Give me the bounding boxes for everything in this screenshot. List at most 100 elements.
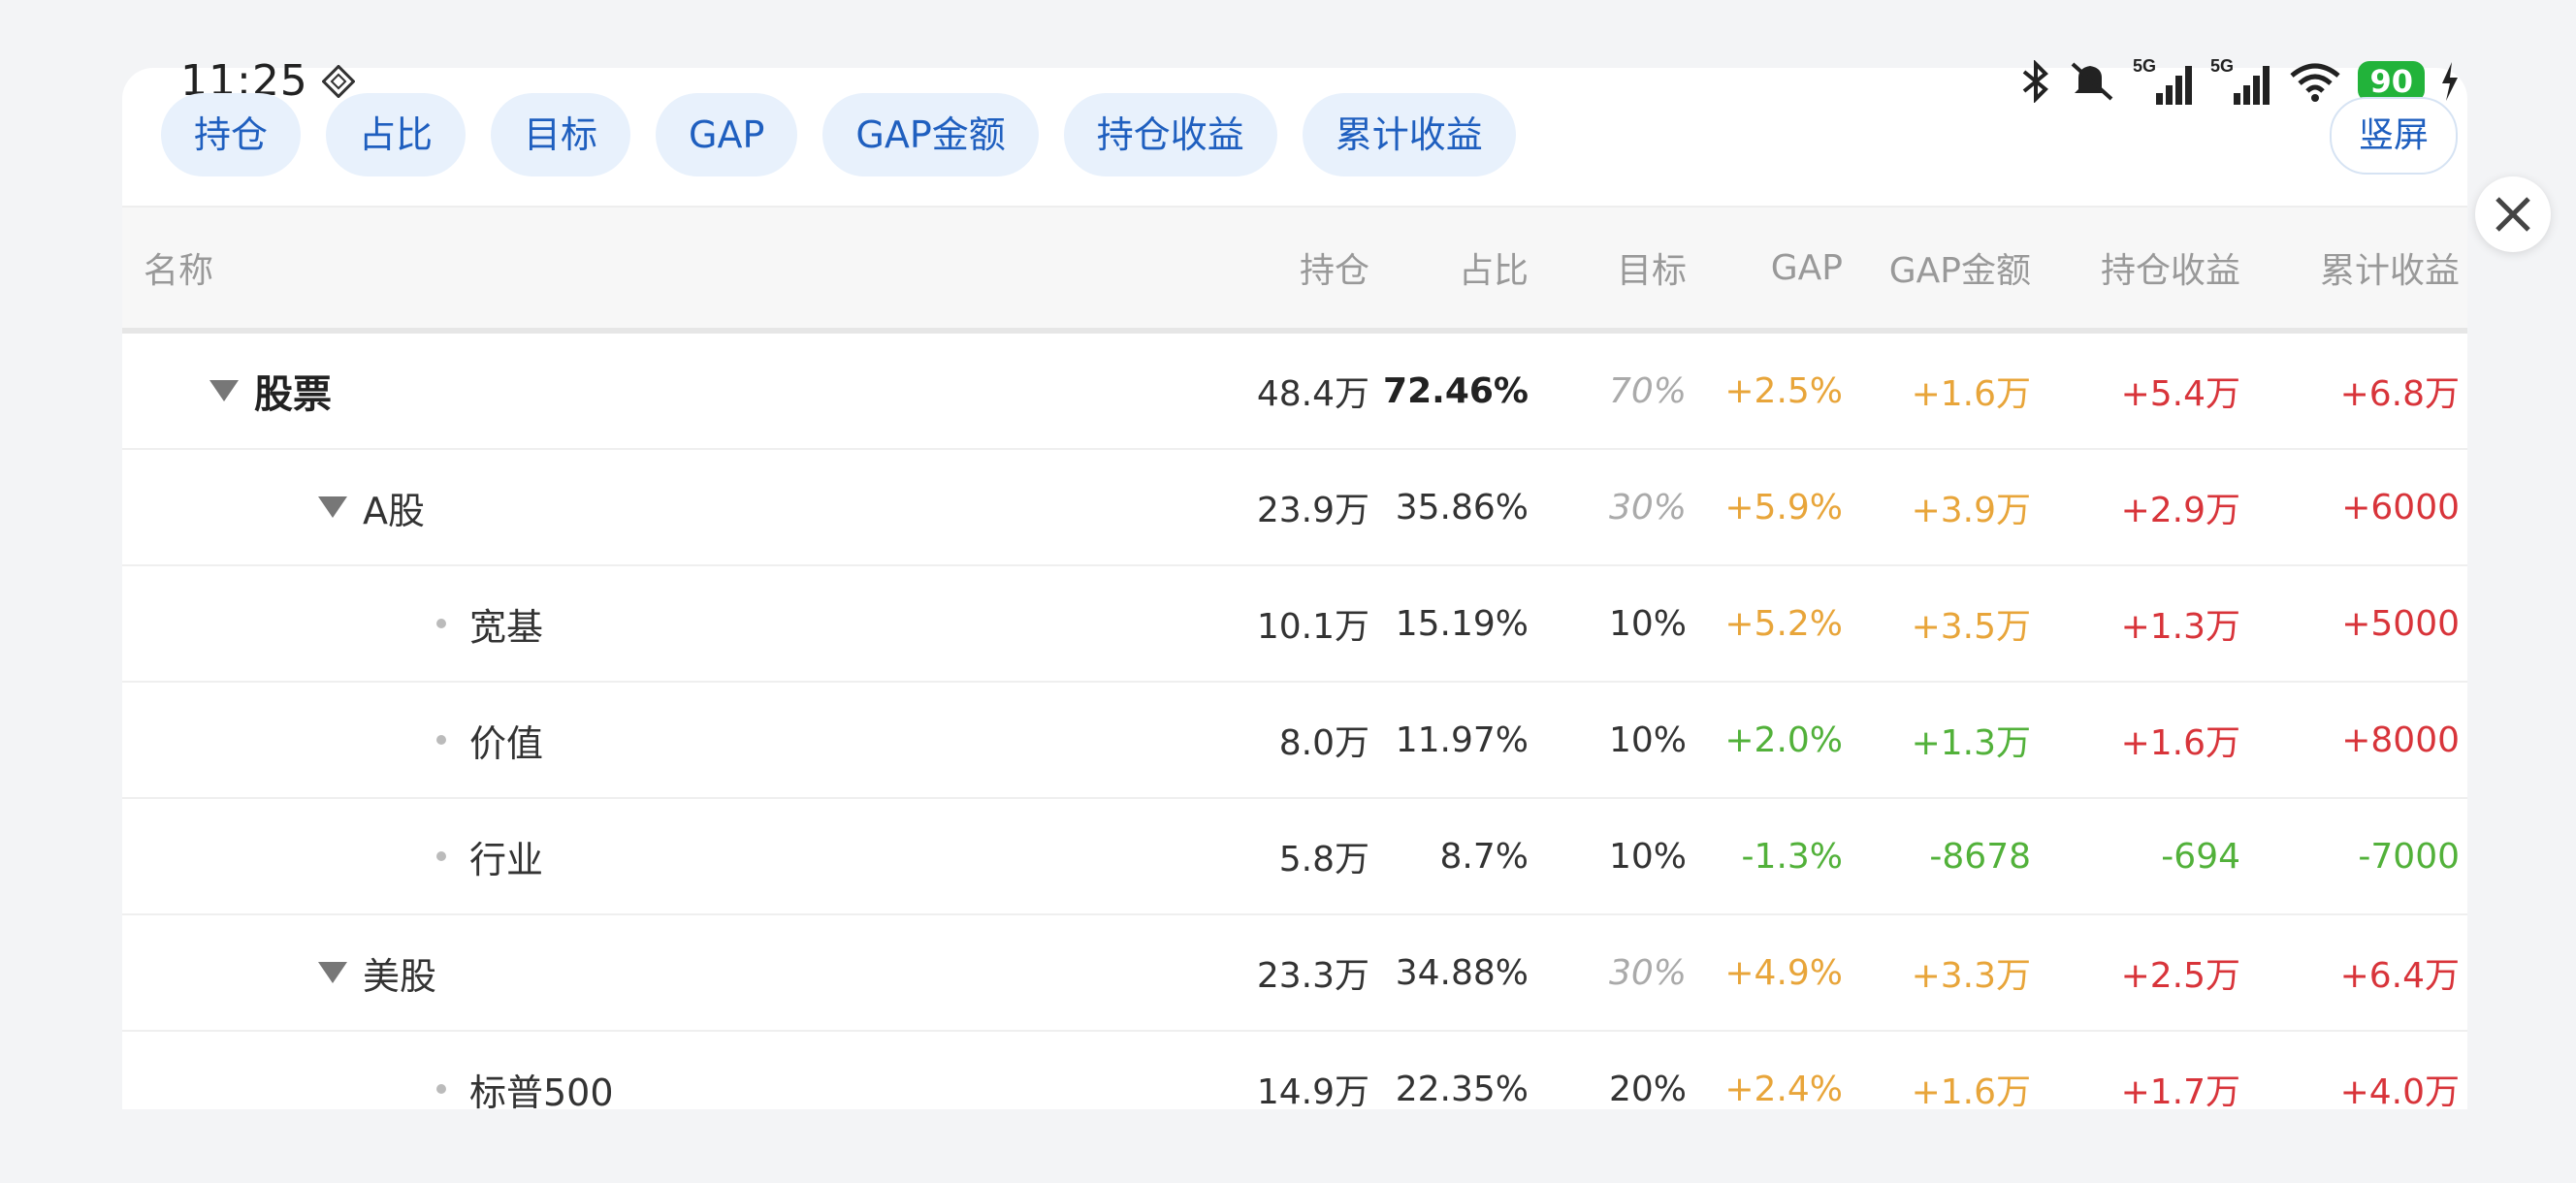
cell-holding: 48.4万 <box>1256 374 1369 414</box>
cell-ratio: 15.19% <box>1395 603 1529 644</box>
cell-target: 10% <box>1608 836 1687 877</box>
cell-holding: 10.1万 <box>1256 607 1369 647</box>
row-name-text: 股票 <box>254 372 332 417</box>
cell-holding: 5.8万 <box>1278 840 1369 879</box>
tab-gap-amount[interactable]: GAP金额 <box>822 93 1039 176</box>
row-name-text: 价值 <box>469 721 544 765</box>
row-name[interactable]: 行业 <box>436 799 543 913</box>
row-name[interactable]: 股票 <box>209 334 332 448</box>
cell-gap: +2.5% <box>1724 370 1843 411</box>
cell-gap-amount: +3.3万 <box>1911 956 2031 996</box>
charging-icon <box>2442 62 2458 101</box>
header-ratio[interactable]: 占比 <box>1459 208 1529 328</box>
row-name[interactable]: 宽基 <box>436 566 543 681</box>
header-total-profit[interactable]: 累计收益 <box>2320 208 2460 328</box>
cell-ratio: 34.88% <box>1395 952 1529 993</box>
cell-gap: +5.9% <box>1724 487 1843 528</box>
row-name-text: A股 <box>363 489 425 532</box>
tab-ratio[interactable]: 占比 <box>326 93 467 176</box>
cell-holding-profit: +1.7万 <box>2120 1072 2240 1109</box>
signal-5g-icon-2: 5G <box>2210 56 2270 105</box>
cell-total-profit: +8000 <box>2341 719 2460 760</box>
cell-ratio: 11.97% <box>1395 719 1529 760</box>
row-name-text: 标普500 <box>469 1071 614 1110</box>
cell-total-profit: +5000 <box>2341 603 2460 644</box>
bluetooth-icon <box>2023 60 2049 103</box>
column-toggle-bar: 持仓 占比 目标 GAP GAP金额 持仓收益 累计收益 <box>161 93 1516 176</box>
row-name-text: 行业 <box>469 838 544 881</box>
svg-text:5G: 5G <box>2210 56 2234 76</box>
table-row[interactable]: 美股 23.3万 34.88% 30% +4.9% +3.3万 +2.5万 +6… <box>122 915 2467 1032</box>
header-target[interactable]: 目标 <box>1617 208 1687 328</box>
row-name[interactable]: A股 <box>318 450 425 564</box>
table-row[interactable]: 股票 48.4万 72.46% 70% +2.5% +1.6万 +5.4万 +6… <box>122 334 2467 450</box>
table-row[interactable]: 价值 8.0万 11.97% 10% +2.0% +1.3万 +1.6万 +80… <box>122 683 2467 799</box>
cell-total-profit: +6000 <box>2341 487 2460 528</box>
cell-total-profit: +6.8万 <box>2339 374 2460 414</box>
cell-holding: 14.9万 <box>1256 1072 1369 1109</box>
header-gap-amount[interactable]: GAP金额 <box>1889 208 2031 328</box>
header-holding-profit[interactable]: 持仓收益 <box>2101 208 2240 328</box>
table-row[interactable]: A股 23.9万 35.86% 30% +5.9% +3.9万 +2.9万 +6… <box>122 450 2467 566</box>
cell-target: 10% <box>1608 603 1687 644</box>
cell-target: 30% <box>1608 952 1687 993</box>
cell-holding-profit: +2.9万 <box>2120 491 2240 530</box>
cell-gap-amount: -8678 <box>1929 836 2031 877</box>
cell-gap-amount: +1.6万 <box>1911 374 2031 414</box>
cell-target: 10% <box>1608 719 1687 760</box>
cell-holding: 23.3万 <box>1256 956 1369 996</box>
cell-total-profit: +6.4万 <box>2339 956 2460 996</box>
tab-holding[interactable]: 持仓 <box>161 93 302 176</box>
cell-ratio: 35.86% <box>1395 487 1529 528</box>
cell-holding-profit: +2.5万 <box>2120 956 2240 996</box>
tab-gap[interactable]: GAP <box>656 93 798 176</box>
tab-total-profit[interactable]: 累计收益 <box>1302 93 1516 176</box>
cell-holding-profit: +5.4万 <box>2120 374 2240 414</box>
tab-target[interactable]: 目标 <box>491 93 631 176</box>
cell-holding-profit: -694 <box>2161 836 2240 877</box>
row-name[interactable]: 美股 <box>318 915 436 1030</box>
cell-gap-amount: +1.6万 <box>1911 1072 2031 1109</box>
svg-text:5G: 5G <box>2133 56 2156 76</box>
portrait-button[interactable]: 竖屏 <box>2330 97 2459 175</box>
cell-holding: 8.0万 <box>1278 723 1369 763</box>
close-icon <box>2496 197 2530 232</box>
header-gap[interactable]: GAP <box>1771 208 1843 328</box>
table-row[interactable]: 宽基 10.1万 15.19% 10% +5.2% +3.5万 +1.3万 +5… <box>122 566 2467 683</box>
row-name[interactable]: 价值 <box>436 683 543 797</box>
cell-holding: 23.9万 <box>1256 491 1369 530</box>
row-name-text: 宽基 <box>469 605 544 649</box>
collapse-triangle-icon[interactable] <box>318 496 347 518</box>
table-row[interactable]: 行业 5.8万 8.7% 10% -1.3% -8678 -694 -7000 <box>122 799 2467 915</box>
cell-holding-profit: +1.3万 <box>2120 607 2240 647</box>
bullet-dot-icon <box>436 851 446 861</box>
collapse-triangle-icon[interactable] <box>318 962 347 983</box>
close-button[interactable] <box>2475 176 2551 252</box>
battery-level: 90 <box>2358 61 2425 102</box>
signal-5g-icon: 5G <box>2133 56 2193 105</box>
cell-gap: +2.4% <box>1724 1069 1843 1109</box>
table-row[interactable]: 标普500 14.9万 22.35% 20% +2.4% +1.6万 +1.7万… <box>122 1032 2467 1109</box>
cell-total-profit: +4.0万 <box>2339 1072 2460 1109</box>
row-name-text: 美股 <box>363 954 437 998</box>
cell-ratio: 72.46% <box>1383 370 1529 411</box>
cell-gap-amount: +3.5万 <box>1911 607 2031 647</box>
cell-ratio: 8.7% <box>1439 836 1529 877</box>
cell-gap: +4.9% <box>1724 952 1843 993</box>
cell-gap: -1.3% <box>1741 836 1843 877</box>
bullet-dot-icon <box>436 1084 446 1094</box>
cell-target: 30% <box>1608 487 1687 528</box>
cell-target: 20% <box>1608 1069 1687 1109</box>
collapse-triangle-icon[interactable] <box>209 380 239 401</box>
table-header: 名称 持仓 占比 目标 GAP GAP金额 持仓收益 累计收益 <box>122 206 2467 334</box>
wifi-icon <box>2290 63 2341 102</box>
tab-holding-profit[interactable]: 持仓收益 <box>1063 93 1277 176</box>
header-holding[interactable]: 持仓 <box>1300 208 1369 328</box>
row-name[interactable]: 标普500 <box>436 1032 614 1109</box>
cell-ratio: 22.35% <box>1395 1069 1529 1109</box>
cell-gap-amount: +1.3万 <box>1911 723 2031 763</box>
cell-gap-amount: +3.9万 <box>1911 491 2031 530</box>
holdings-table: 名称 持仓 占比 目标 GAP GAP金额 持仓收益 累计收益 股票 48.4万… <box>122 206 2467 1109</box>
header-name[interactable]: 名称 <box>144 208 213 328</box>
bullet-dot-icon <box>436 735 446 745</box>
